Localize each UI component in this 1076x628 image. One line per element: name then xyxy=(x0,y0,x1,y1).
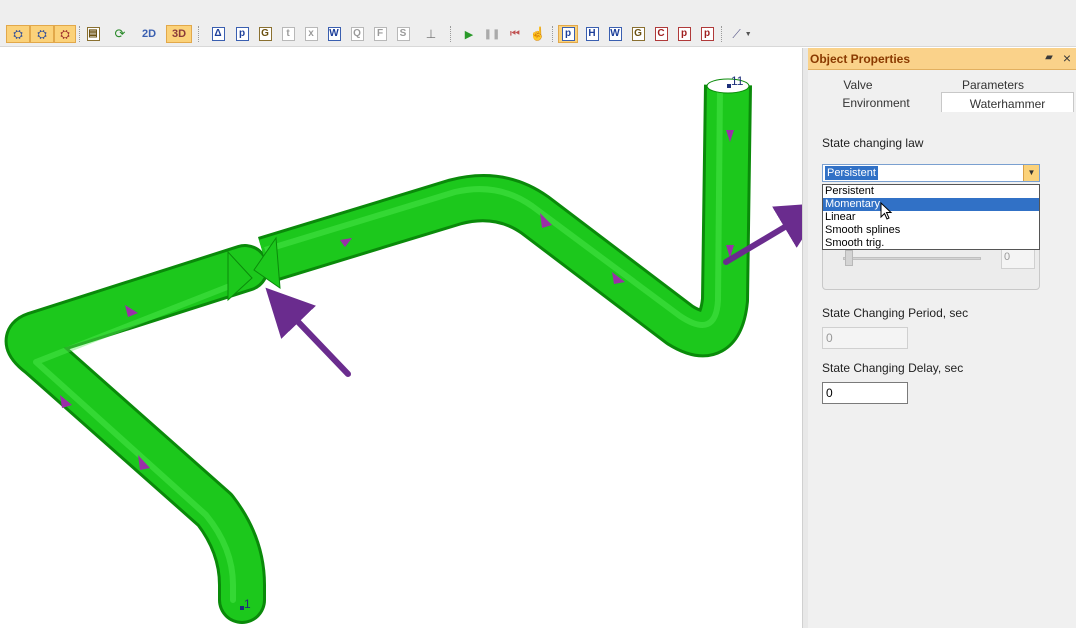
tab-environment[interactable]: Environment xyxy=(836,96,916,110)
head-icon: H xyxy=(585,27,599,41)
panel-title: Object Properties xyxy=(810,52,911,66)
overlay-pressure-button[interactable]: p xyxy=(558,25,578,43)
panel-title-bar: Object Properties ▰ × xyxy=(808,48,1076,70)
pause-button[interactable]: ❚❚ xyxy=(483,25,501,43)
fp-icon: F xyxy=(373,27,387,41)
period-label: State Changing Period, sec xyxy=(822,306,969,320)
toolbar-separator xyxy=(552,26,553,42)
show-velocity-button[interactable]: W xyxy=(324,25,344,43)
overlay-head-button[interactable]: H xyxy=(582,25,602,43)
show-flow-button[interactable]: G xyxy=(255,25,275,43)
chart-dropdown-button[interactable]: ⟋ ▼ xyxy=(726,25,758,43)
tab-valve[interactable]: Valve xyxy=(828,78,888,92)
state-law-value: Persistent xyxy=(825,166,878,180)
pmax-icon: p xyxy=(700,27,714,41)
toolbar-separator xyxy=(450,26,451,42)
hand-icon: ☝ xyxy=(529,26,547,41)
show-temperature-button[interactable]: t xyxy=(278,25,298,43)
state-law-select[interactable]: Persistent ▼ xyxy=(822,164,1040,182)
flow-icon: G xyxy=(631,27,645,41)
tab-waterhammer[interactable]: Waterhammer xyxy=(941,92,1074,112)
pipeline-drawing: 1 11 xyxy=(4,74,802,624)
overlay-velocity-button[interactable]: W xyxy=(605,25,625,43)
flow-icon: G xyxy=(258,27,272,41)
state-slider-track[interactable] xyxy=(843,257,981,260)
state-law-label: State changing law xyxy=(822,136,924,150)
rewind-button[interactable]: ⏮ xyxy=(506,25,524,43)
calculator-icon: ▤ xyxy=(86,27,100,41)
toolbar-separator xyxy=(198,26,199,42)
pin-icon[interactable]: ▰ xyxy=(1044,52,1054,64)
velocity-icon: W xyxy=(327,27,341,41)
s-icon: S xyxy=(396,27,410,41)
delay-field[interactable]: 0 xyxy=(822,382,908,404)
state-law-dropdown-list[interactable]: Persistent Momentary Linear Smooth splin… xyxy=(822,184,1040,250)
view-3d-label: 3D xyxy=(171,28,187,40)
delete-objects-button[interactable]: ⛭ xyxy=(54,25,76,43)
toolbar: ⛭ ⛭ ⛭ ▤ ⟳ 2D 3D Δ p G t x W Q F S ⊥ ▶ ❚❚… xyxy=(0,0,1076,47)
node-start-label: 1 xyxy=(244,597,251,611)
state-slider-thumb[interactable] xyxy=(845,250,853,266)
pipe-segment-left[interactable] xyxy=(4,244,269,624)
show-s-button[interactable]: S xyxy=(393,25,413,43)
overlay-pmin-button[interactable]: p xyxy=(674,25,694,43)
show-pressure-drop-button[interactable]: Δ xyxy=(208,25,228,43)
velocity-icon: W xyxy=(608,27,622,41)
view-3d-button[interactable]: 3D xyxy=(166,25,192,43)
pressure-icon: p xyxy=(561,27,575,41)
show-heat-button[interactable]: Q xyxy=(347,25,367,43)
add-objects-icon: ⛭ xyxy=(13,26,23,41)
delete-objects-icon: ⛭ xyxy=(60,26,70,41)
show-pressure-button[interactable]: p xyxy=(232,25,252,43)
hand-tool-button[interactable]: ☝ xyxy=(528,25,548,43)
rewind-icon: ⏮ xyxy=(510,27,520,40)
node-end-label: 11 xyxy=(731,74,744,88)
c-icon: C xyxy=(654,27,668,41)
option-momentary[interactable]: Momentary xyxy=(823,198,1039,211)
pause-icon: ❚❚ xyxy=(483,28,501,40)
overlay-flow-button[interactable]: G xyxy=(628,25,648,43)
mouse-cursor-icon xyxy=(880,202,893,220)
probe-icon: ⊥ xyxy=(425,27,437,41)
object-properties-panel: Object Properties ▰ × Valve Parameters S… xyxy=(808,48,1076,628)
option-smooth-trig[interactable]: Smooth trig. xyxy=(823,237,1039,250)
show-fp-button[interactable]: F xyxy=(370,25,390,43)
edit-objects-button[interactable]: ⛭ xyxy=(30,25,54,43)
overlay-pmax-button[interactable]: p xyxy=(697,25,717,43)
view-2d-button[interactable]: 2D xyxy=(136,25,162,43)
temperature-icon: t xyxy=(281,27,295,41)
app-window: ⛭ ⛭ ⛭ ▤ ⟳ 2D 3D Δ p G t x W Q F S ⊥ ▶ ❚❚… xyxy=(0,0,1076,628)
pressure-drop-icon: Δ xyxy=(211,27,225,41)
refresh-icon: ⟳ xyxy=(114,26,126,41)
chevron-down-icon[interactable]: ▼ xyxy=(1023,165,1039,181)
play-button[interactable]: ▶ xyxy=(460,25,478,43)
annotation-arrow-valve xyxy=(265,287,351,377)
probe-button[interactable]: ⊥ xyxy=(421,25,441,43)
edit-objects-icon: ⛭ xyxy=(37,26,47,41)
quality-icon: x xyxy=(304,27,318,41)
pressure-icon: p xyxy=(235,27,249,41)
show-quality-button[interactable]: x xyxy=(301,25,321,43)
view-2d-label: 2D xyxy=(141,28,157,40)
option-linear[interactable]: Linear xyxy=(823,211,1039,224)
pipeline-3d-view[interactable]: 1 11 xyxy=(0,48,802,628)
add-objects-button[interactable]: ⛭ xyxy=(6,25,30,43)
calculate-button[interactable]: ▤ xyxy=(83,25,103,43)
toolbar-separator xyxy=(721,26,722,42)
chart-icon: ⟋ xyxy=(732,26,741,41)
overlay-c-button[interactable]: C xyxy=(651,25,671,43)
close-icon[interactable]: × xyxy=(1060,50,1074,66)
chevron-down-icon: ▼ xyxy=(744,30,752,38)
heat-icon: Q xyxy=(350,27,364,41)
pipe-segment-right[interactable] xyxy=(257,78,752,358)
period-field[interactable]: 0 xyxy=(822,327,908,349)
option-smooth-splines[interactable]: Smooth splines xyxy=(823,224,1039,237)
option-persistent[interactable]: Persistent xyxy=(823,185,1039,198)
refresh-button[interactable]: ⟳ xyxy=(110,25,130,43)
state-slider-value: 0 xyxy=(1001,247,1035,269)
pmin-icon: p xyxy=(677,27,691,41)
delay-label: State Changing Delay, sec xyxy=(822,361,964,375)
toolbar-separator xyxy=(79,26,80,42)
play-icon: ▶ xyxy=(464,28,474,41)
